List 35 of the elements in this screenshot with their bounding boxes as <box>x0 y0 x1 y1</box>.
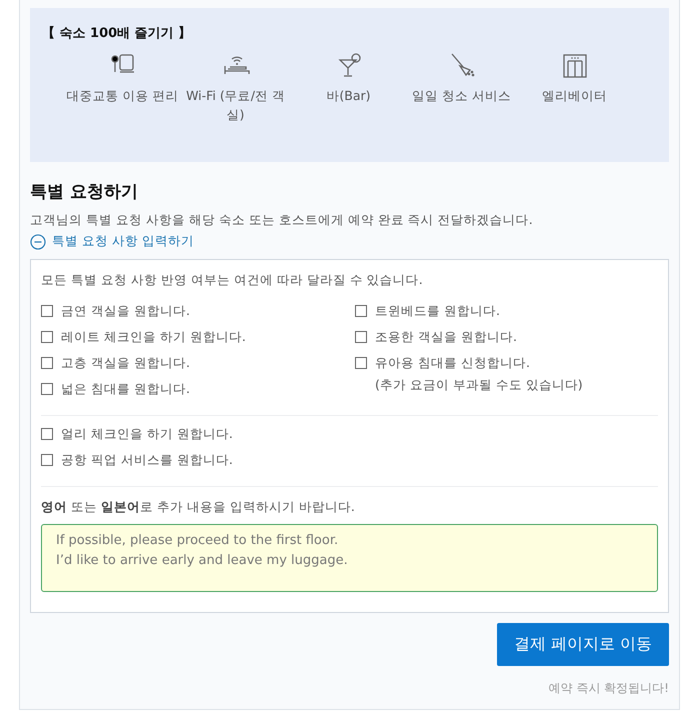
option-label: 조용한 객실을 원합니다. <box>375 329 517 346</box>
option-label: 유아용 침대를 신청합니다. <box>375 355 531 372</box>
section-heading: 특별 요청하기 <box>30 181 139 203</box>
elevator-icon <box>560 52 588 80</box>
toggle-link[interactable]: 특별 요청 사항 입력하기 <box>30 233 194 250</box>
amenities-title: 【 숙소 100배 즐기기 】 <box>42 25 192 42</box>
checkbox[interactable] <box>355 331 367 343</box>
notice-text: 모든 특별 요청 사항 반영 여부는 여건에 따라 달라질 수 있습니다. <box>41 272 424 289</box>
checkbox[interactable] <box>355 305 367 317</box>
checkout-button[interactable]: 결제 페이지로 이동 <box>496 623 669 666</box>
checkbox[interactable] <box>41 357 53 369</box>
checkbox[interactable] <box>41 383 53 395</box>
checkbox[interactable] <box>41 454 53 466</box>
minus-circle-icon <box>30 234 46 250</box>
checkbox[interactable] <box>41 331 53 343</box>
option-label: 금연 객실을 원합니다. <box>61 303 190 320</box>
option-label: 고층 객실을 원합니다. <box>61 355 190 372</box>
option-label: 넓은 침대를 원합니다. <box>61 381 190 398</box>
amenity-label: 대중교통 이용 편리 <box>66 87 178 105</box>
comment-field[interactable]: If possible, please proceed to the first floor. I’d like to arrive early and leave my luggage. <box>41 524 658 592</box>
amenity-label: 바(Bar) <box>326 87 371 105</box>
amenity-label: Wi-Fi (무료/전 객실) <box>185 87 286 124</box>
section-description: 고객님의 특별 요청 사항을 해당 숙소 또는 호스트에게 예약 완료 즉시 전달하겠습니다. <box>30 212 534 229</box>
comment-prompt: 영어 또는 일본어로 추가 내용을 입력하시기 바랍니다. <box>41 499 356 516</box>
checkbox[interactable] <box>41 305 53 317</box>
confirmation-note: 예약 즉시 확정됩니다! <box>548 680 669 697</box>
amenity-label: 엘리베이터 <box>542 87 607 105</box>
checkbox[interactable] <box>355 357 367 369</box>
option-label: 레이트 체크인을 하기 원합니다. <box>61 329 246 346</box>
option-label: 트윈베드를 원합니다. <box>375 303 500 320</box>
checkbox[interactable] <box>41 428 53 440</box>
option-label: 얼리 체크인을 하기 원합니다. <box>61 426 233 443</box>
option-note: (추가 요금이 부과될 수도 있습니다) <box>375 377 583 394</box>
amenity-label: 일일 청소 서비스 <box>412 87 511 105</box>
option-label: 공항 픽업 서비스를 원합니다. <box>61 452 233 469</box>
